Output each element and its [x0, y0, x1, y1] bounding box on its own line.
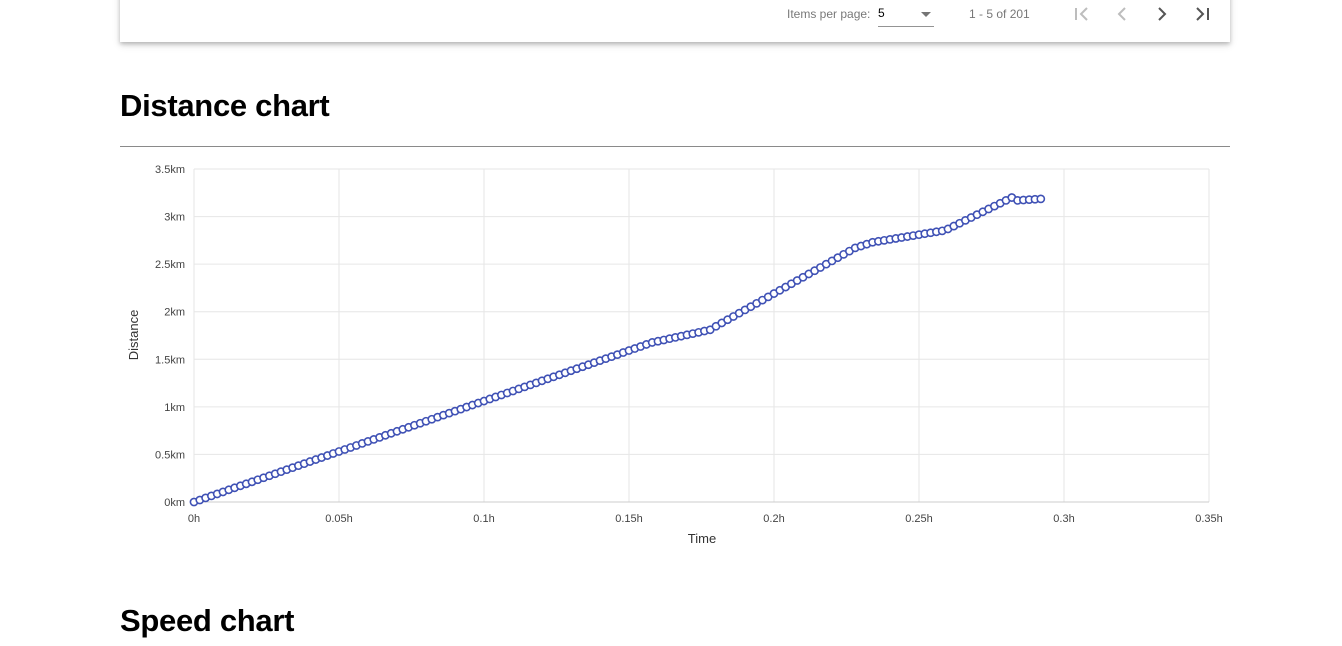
x-tick-label: 0.15h: [615, 513, 643, 525]
y-tick-label: 3km: [164, 212, 185, 224]
y-tick-label: 2km: [164, 307, 185, 319]
x-tick-label: 0.2h: [763, 513, 784, 525]
x-tick-label: 0.25h: [905, 513, 933, 525]
y-tick-label: 2.5km: [155, 259, 185, 271]
chart-ticks: 0h 0.05h 0.1h 0.15h 0.2h 0.25h 0.3h 0.35h 0km 0.5…: [155, 164, 1223, 525]
x-tick-label: 0h: [188, 513, 200, 525]
x-axis-label: Time: [688, 531, 716, 546]
speed-chart-title: Speed chart: [120, 603, 295, 638]
y-tick-label: 0.5km: [155, 449, 185, 461]
x-tick-label: 0.1h: [473, 513, 494, 525]
x-tick-label: 0.35h: [1195, 513, 1223, 525]
chart-points: [189, 193, 1046, 507]
y-axis-label: Distance: [126, 310, 141, 361]
y-tick-label: 1.5km: [155, 354, 185, 366]
data-point: [1036, 194, 1046, 204]
distance-chart: 0h 0.05h 0.1h 0.15h 0.2h 0.25h 0.3h 0.35h 0km 0.5…: [126, 164, 1223, 546]
y-tick-label: 3.5km: [155, 164, 185, 176]
x-tick-label: 0.3h: [1053, 513, 1074, 525]
y-tick-label: 1km: [164, 402, 185, 414]
x-tick-label: 0.05h: [325, 513, 353, 525]
y-tick-label: 0km: [164, 497, 185, 509]
